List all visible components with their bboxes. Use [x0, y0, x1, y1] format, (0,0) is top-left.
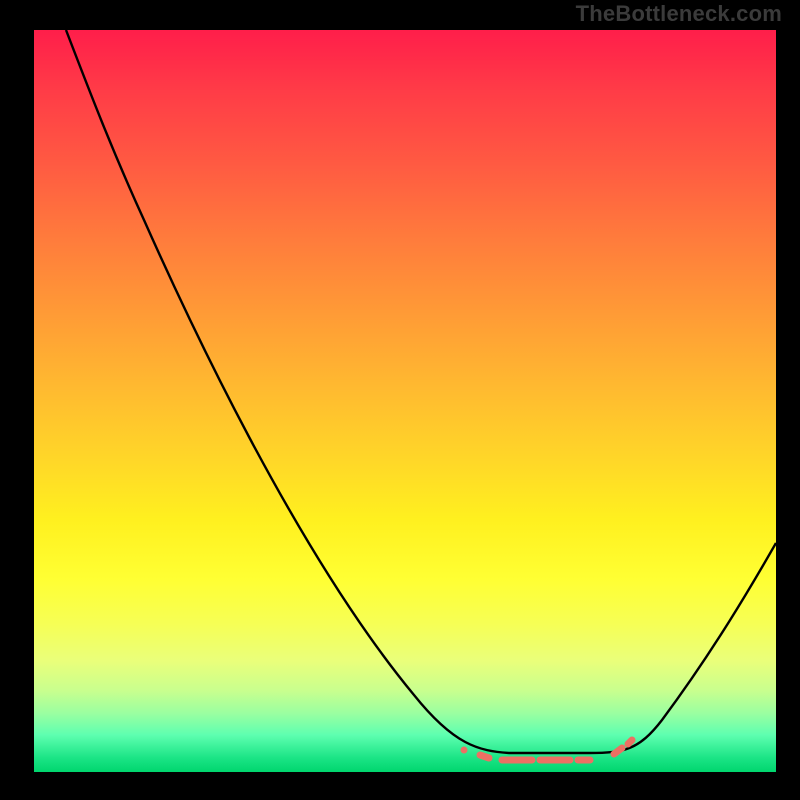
chart-frame: TheBottleneck.com — [0, 0, 800, 800]
bottleneck-curve-svg — [34, 30, 776, 772]
bottleneck-curve — [66, 30, 776, 753]
plot-area — [34, 30, 776, 772]
watermark-text: TheBottleneck.com — [576, 1, 782, 27]
